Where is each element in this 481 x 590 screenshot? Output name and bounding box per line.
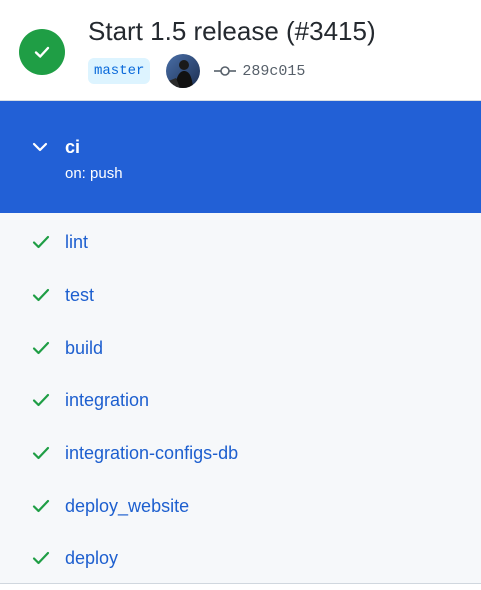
job-label: build bbox=[65, 338, 104, 358]
check-icon bbox=[32, 446, 50, 465]
commit-sha: 289c015 bbox=[242, 62, 306, 80]
workflow-name: ci bbox=[65, 137, 81, 157]
job-list: lint test build integration integration-… bbox=[0, 213, 481, 584]
check-circle-icon bbox=[19, 29, 65, 75]
run-title[interactable]: Start 1.5 release (#3415) bbox=[88, 15, 376, 47]
job-item-test[interactable]: test bbox=[0, 269, 481, 321]
job-item-integration[interactable]: integration bbox=[0, 374, 481, 426]
job-label: lint bbox=[65, 232, 89, 252]
run-meta: master 289c015 bbox=[88, 54, 305, 88]
job-label: integration-configs-db bbox=[65, 443, 239, 463]
job-label: deploy_website bbox=[65, 496, 190, 516]
job-label: test bbox=[65, 285, 95, 305]
workflow-trigger: on: push bbox=[65, 165, 123, 182]
job-item-deploy[interactable]: deploy bbox=[0, 532, 481, 584]
job-item-build[interactable]: build bbox=[0, 322, 481, 374]
job-label: deploy bbox=[65, 548, 119, 568]
check-icon bbox=[32, 288, 50, 307]
commit-link[interactable]: 289c015 bbox=[214, 63, 305, 80]
job-item-lint[interactable]: lint bbox=[0, 216, 481, 268]
job-label: integration bbox=[65, 390, 150, 410]
check-icon bbox=[32, 551, 50, 570]
check-icon bbox=[32, 235, 50, 254]
run-header: Start 1.5 release (#3415) master 289c015 bbox=[0, 0, 481, 101]
job-item-integration-configs-db[interactable]: integration-configs-db bbox=[0, 427, 481, 479]
chevron-down-icon bbox=[32, 140, 48, 158]
check-icon bbox=[32, 393, 50, 412]
user-avatar[interactable] bbox=[166, 54, 201, 88]
check-icon bbox=[32, 341, 50, 360]
check-icon bbox=[32, 499, 50, 518]
job-item-deploy-website[interactable]: deploy_website bbox=[0, 480, 481, 532]
workflow-ci-toggle[interactable]: ci on: push bbox=[0, 101, 481, 213]
branch-badge[interactable]: master bbox=[88, 58, 151, 84]
git-commit-icon bbox=[214, 66, 237, 76]
